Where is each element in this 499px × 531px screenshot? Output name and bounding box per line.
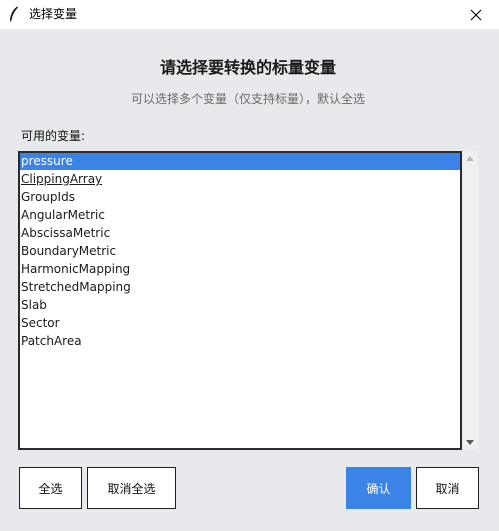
list-item-harmonicmapping[interactable]: HarmonicMapping [20, 261, 460, 278]
list-item-boundarymetric[interactable]: BoundaryMetric [20, 243, 460, 260]
dialog-subheading: 可以选择多个变量（仅支持标量），默认全选 [130, 92, 365, 106]
list-item-sector[interactable]: Sector [20, 315, 460, 332]
list-item-slab[interactable]: Slab [20, 297, 460, 314]
variables-list-label: 可用的变量: [21, 129, 86, 143]
title-bar: 选择变量 [0, 0, 499, 29]
dialog-heading: 请选择要转换的标量变量 [159, 58, 336, 77]
list-item-clippingarray[interactable]: ClippingArray [20, 171, 460, 188]
list-item-groupids[interactable]: GroupIds [20, 189, 460, 206]
close-button[interactable] [453, 0, 499, 29]
cancel-button[interactable]: 取消 [416, 467, 479, 509]
variables-listbox[interactable]: pressure ClippingArray GroupIds AngularM… [18, 151, 462, 450]
select-all-button[interactable]: 全选 [19, 467, 82, 509]
window-title: 选择变量 [29, 7, 78, 21]
list-item-stretchedmapping[interactable]: StretchedMapping [20, 279, 460, 296]
close-icon [470, 9, 482, 20]
list-item-patcharea[interactable]: PatchArea [20, 333, 460, 350]
list-item-angularmetric[interactable]: AngularMetric [20, 207, 460, 224]
scroll-down-arrow-icon[interactable] [466, 440, 474, 445]
list-item-abscissametric[interactable]: AbscissaMetric [20, 225, 460, 242]
deselect-all-button[interactable]: 取消全选 [87, 467, 176, 509]
list-item-pressure[interactable]: pressure [20, 153, 460, 170]
list-scrollbar[interactable] [463, 151, 478, 450]
scroll-up-arrow-icon[interactable] [466, 156, 474, 161]
confirm-button[interactable]: 确认 [346, 467, 411, 509]
feather-icon [10, 6, 18, 22]
